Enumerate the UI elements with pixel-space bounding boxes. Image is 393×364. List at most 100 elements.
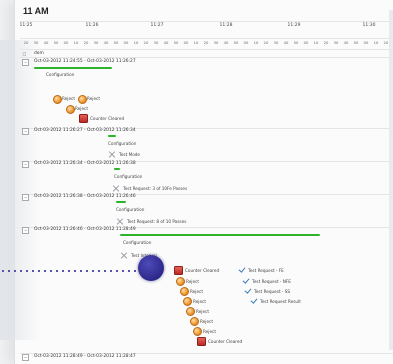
reject-icon xyxy=(176,277,185,286)
event-label: Reject xyxy=(62,96,75,101)
counter-cleared-icon xyxy=(79,114,88,123)
hour-tick-label: 11:27 xyxy=(150,23,164,28)
minute-tick-label: 20 xyxy=(263,41,269,45)
minute-tick-label: 30 xyxy=(213,41,219,45)
reject-icon xyxy=(180,287,189,296)
hour-tick-label: 11:28 xyxy=(219,23,233,28)
minute-tick-label: 50 xyxy=(113,41,119,45)
minute-tick-label: 20 xyxy=(383,41,389,45)
check-icon xyxy=(244,287,251,294)
reject-icon xyxy=(186,307,195,316)
reject-icon xyxy=(66,105,75,114)
collapse-toggle-icon[interactable]: − xyxy=(22,194,29,201)
reject-icon xyxy=(190,317,199,326)
session-range: Oct-03-2012 11:28:49 - Oct-03-2012 11:28… xyxy=(34,354,136,359)
minute-tick-label: 00 xyxy=(63,41,69,45)
event-label: Test Request - SS xyxy=(254,289,291,294)
minute-tick-label: 30 xyxy=(33,41,39,45)
vertical-scrollbar[interactable] xyxy=(389,10,393,350)
test-mode-icon xyxy=(108,150,116,158)
minute-tick-label: 40 xyxy=(163,41,169,45)
event-label: Reject xyxy=(186,279,199,284)
minute-ruler: 20 30 40 50 00 10 20 30 40 50 00 10 20 3… xyxy=(0,41,393,49)
minute-tick-label: 00 xyxy=(363,41,369,45)
minute-tick-label: 40 xyxy=(43,41,49,45)
minute-tick-label: 50 xyxy=(353,41,359,45)
event-label: Counter Cleared xyxy=(90,116,125,121)
session-duration-bar xyxy=(34,67,112,69)
minute-tick-label: 00 xyxy=(183,41,189,45)
event-label: Test Request: 8 of 10 Passes xyxy=(127,219,187,224)
test-request-icon xyxy=(116,217,124,225)
session-range: Oct-03-2012 11:24:55 - Oct-03-2012 11:26… xyxy=(34,59,136,64)
minute-tick-label: 30 xyxy=(93,41,99,45)
session-row[interactable]: − Oct-03-2012 11:24:55 - Oct-03-2012 11:… xyxy=(22,57,393,67)
minute-tick-label: 50 xyxy=(293,41,299,45)
divider xyxy=(20,38,393,39)
minute-tick-label: 50 xyxy=(173,41,179,45)
session-duration-bar xyxy=(120,234,320,236)
minute-tick-label: 40 xyxy=(283,41,289,45)
divider xyxy=(20,21,393,22)
event-label: Configuration xyxy=(114,174,143,179)
session-row[interactable]: − Oct-03-2012 11:26:38 - Oct-03-2012 11:… xyxy=(22,192,393,202)
minute-tick-label: 00 xyxy=(303,41,309,45)
top-row-toggle-icon: □ xyxy=(22,51,27,56)
event-label: Configuration xyxy=(123,240,152,245)
session-range: Oct-03-2012 11:26:27 - Oct-03-2012 11:26… xyxy=(34,128,136,133)
dotted-connector xyxy=(0,270,150,272)
minute-tick-label: 50 xyxy=(53,41,59,45)
minute-tick-label: 10 xyxy=(133,41,139,45)
reject-icon xyxy=(183,297,192,306)
collapse-toggle-icon[interactable]: − xyxy=(22,227,29,234)
session-row[interactable]: − Oct-03-2012 11:28:49 - Oct-03-2012 11:… xyxy=(22,352,393,362)
reject-icon xyxy=(53,95,62,104)
session-row[interactable]: − Oct-03-2012 11:26:27 - Oct-03-2012 11:… xyxy=(22,126,393,136)
minute-tick-label: 40 xyxy=(103,41,109,45)
minute-tick-label: 30 xyxy=(333,41,339,45)
page-title: 11 AM xyxy=(23,6,49,16)
event-label: Configuration xyxy=(116,207,145,212)
minute-tick-label: 00 xyxy=(123,41,129,45)
reject-icon xyxy=(193,327,202,336)
check-icon xyxy=(242,277,249,284)
session-row[interactable]: − Oct-03-2012 11:26:34 - Oct-03-2012 11:… xyxy=(22,159,393,169)
session-duration-bar xyxy=(108,135,116,137)
minute-tick-label: 10 xyxy=(253,41,259,45)
test-request-icon xyxy=(112,184,120,192)
minute-tick-label: 20 xyxy=(23,41,29,45)
minute-tick-label: 20 xyxy=(203,41,209,45)
minute-tick-label: 30 xyxy=(153,41,159,45)
collapse-toggle-icon[interactable]: − xyxy=(22,161,29,168)
hour-ruler: 11:25 11:26 11:27 11:28 11:29 11:30 xyxy=(0,23,393,33)
event-label: Reject xyxy=(203,329,216,334)
collapse-toggle-icon[interactable]: − xyxy=(22,128,29,135)
minute-tick-label: 40 xyxy=(223,41,229,45)
hour-tick-label: 11:30 xyxy=(362,23,376,28)
event-label: Counter Cleared xyxy=(185,268,220,273)
reject-icon xyxy=(78,95,87,104)
counter-cleared-icon xyxy=(197,337,206,346)
event-label: Reject xyxy=(200,319,213,324)
session-range: Oct-03-2012 11:26:46 - Oct-03-2012 11:28… xyxy=(34,227,136,232)
minute-tick-label: 20 xyxy=(83,41,89,45)
test-interval-icon xyxy=(120,251,128,259)
minute-tick-label: 20 xyxy=(323,41,329,45)
minute-tick-label: 30 xyxy=(273,41,279,45)
callout-dot xyxy=(138,255,164,281)
event-label: Configuration xyxy=(46,72,75,77)
check-icon xyxy=(238,266,245,273)
session-duration-bar xyxy=(114,168,120,170)
hour-tick-label: 11:25 xyxy=(19,23,33,28)
session-duration-bar xyxy=(116,201,126,203)
minute-tick-label: 10 xyxy=(313,41,319,45)
top-row-label: dom xyxy=(34,51,44,56)
collapse-toggle-icon[interactable]: − xyxy=(22,354,29,361)
collapse-toggle-icon[interactable]: − xyxy=(22,59,29,66)
minute-tick-label: 50 xyxy=(233,41,239,45)
event-label: Reject xyxy=(75,106,88,111)
event-label: Test Request Result xyxy=(260,299,301,304)
event-label: Counter Cleared xyxy=(208,339,243,344)
minute-tick-label: 10 xyxy=(73,41,79,45)
event-label: Test Request - NFE xyxy=(252,279,291,284)
